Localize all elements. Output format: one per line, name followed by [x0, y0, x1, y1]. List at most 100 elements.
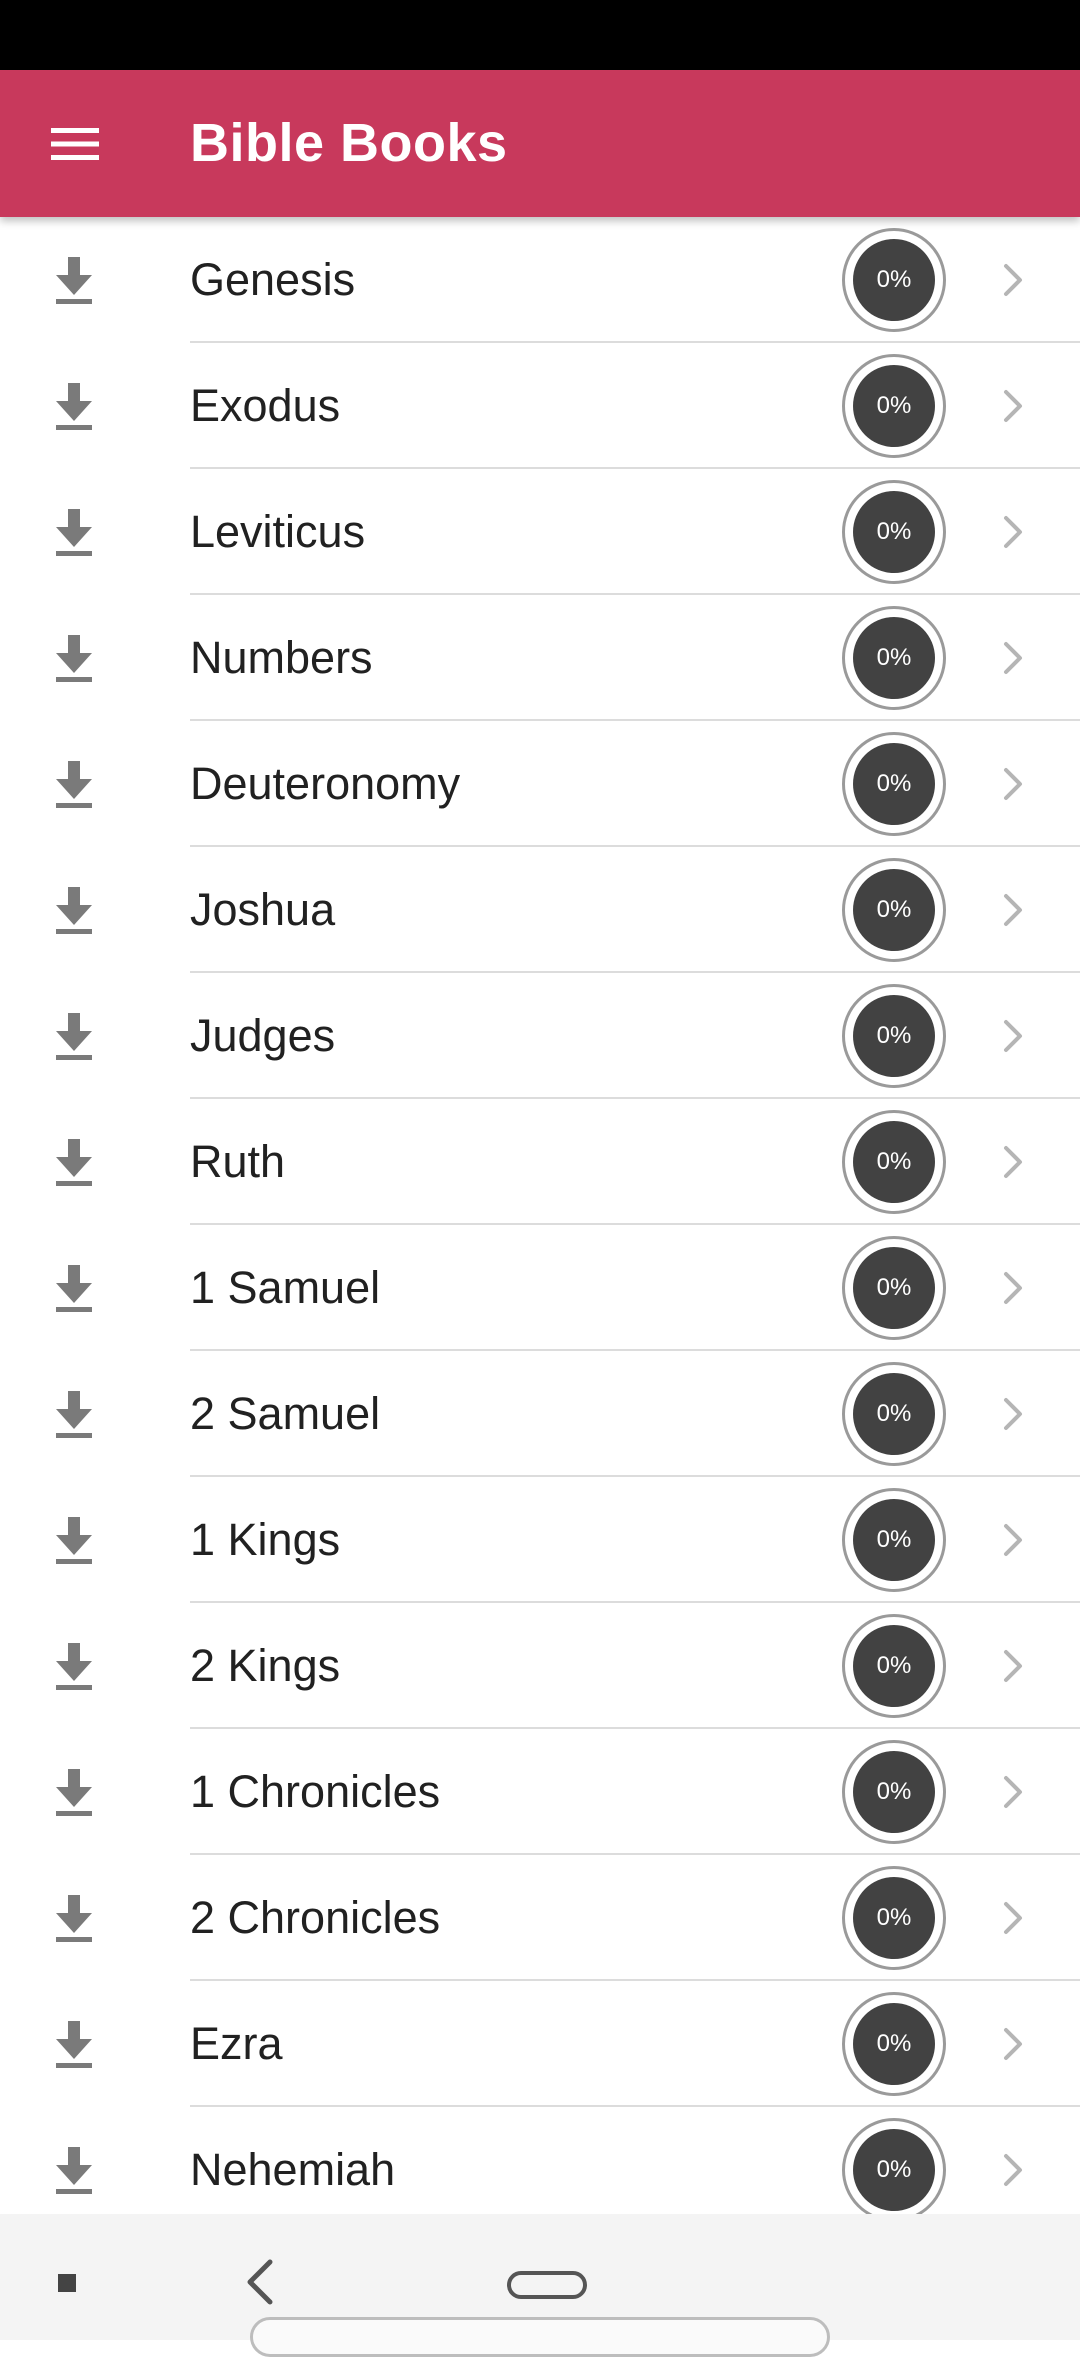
- progress-indicator: 0%: [842, 1992, 946, 2096]
- progress-indicator: 0%: [842, 1740, 946, 1844]
- chevron-right-icon[interactable]: [995, 1981, 1031, 2107]
- chevron-right-icon[interactable]: [995, 469, 1031, 595]
- download-icon[interactable]: [50, 1729, 98, 1855]
- download-icon[interactable]: [50, 1603, 98, 1729]
- status-bar: [0, 0, 1080, 70]
- list-item[interactable]: Numbers 0%: [0, 595, 1080, 721]
- download-icon[interactable]: [50, 1981, 98, 2107]
- progress-indicator: 0%: [842, 732, 946, 836]
- progress-value: 0%: [853, 869, 935, 951]
- progress-value: 0%: [853, 1247, 935, 1329]
- progress-value: 0%: [853, 1121, 935, 1203]
- book-name: Ruth: [190, 1136, 286, 1187]
- download-icon[interactable]: [50, 847, 98, 973]
- book-name: Numbers: [190, 632, 373, 683]
- list-item[interactable]: 2 Kings 0%: [0, 1603, 1080, 1729]
- list-item[interactable]: Genesis 0%: [0, 217, 1080, 343]
- chevron-right-icon[interactable]: [995, 1729, 1031, 1855]
- list-item[interactable]: Ezra 0%: [0, 1981, 1080, 2107]
- chevron-right-icon[interactable]: [995, 1603, 1031, 1729]
- chevron-right-icon[interactable]: [995, 2107, 1031, 2214]
- book-name: 2 Chronicles: [190, 1892, 441, 1943]
- progress-indicator: 0%: [842, 1614, 946, 1718]
- list-item[interactable]: 1 Chronicles 0%: [0, 1729, 1080, 1855]
- book-name: Ezra: [190, 2018, 283, 2069]
- list-item[interactable]: 2 Chronicles 0%: [0, 1855, 1080, 1981]
- chevron-right-icon[interactable]: [995, 1099, 1031, 1225]
- chevron-right-icon[interactable]: [995, 217, 1031, 343]
- list-item[interactable]: Leviticus 0%: [0, 469, 1080, 595]
- progress-value: 0%: [853, 1625, 935, 1707]
- page-title: Bible Books: [190, 113, 508, 173]
- list-item[interactable]: Ruth 0%: [0, 1099, 1080, 1225]
- book-name: 1 Kings: [190, 1514, 341, 1565]
- progress-indicator: 0%: [842, 1110, 946, 1214]
- download-icon[interactable]: [50, 973, 98, 1099]
- gesture-handle: [250, 2317, 830, 2357]
- list-item[interactable]: 2 Samuel 0%: [0, 1351, 1080, 1477]
- list-item[interactable]: 1 Samuel 0%: [0, 1225, 1080, 1351]
- book-name: 2 Kings: [190, 1640, 341, 1691]
- download-icon[interactable]: [50, 1099, 98, 1225]
- system-nav-bar: [0, 2214, 1080, 2357]
- download-icon[interactable]: [50, 343, 98, 469]
- book-name: Joshua: [190, 884, 336, 935]
- progress-value: 0%: [853, 1751, 935, 1833]
- progress-indicator: 0%: [842, 1488, 946, 1592]
- chevron-right-icon[interactable]: [995, 595, 1031, 721]
- download-icon[interactable]: [50, 217, 98, 343]
- progress-value: 0%: [853, 743, 935, 825]
- progress-value: 0%: [853, 239, 935, 321]
- book-name: Genesis: [190, 254, 356, 305]
- book-name: 1 Samuel: [190, 1262, 381, 1313]
- book-list[interactable]: Genesis 0% Exodus 0% Leviticus 0% Number…: [0, 217, 1080, 2214]
- download-icon[interactable]: [50, 469, 98, 595]
- chevron-right-icon[interactable]: [995, 1351, 1031, 1477]
- list-item[interactable]: 1 Kings 0%: [0, 1477, 1080, 1603]
- progress-value: 0%: [853, 617, 935, 699]
- list-item[interactable]: Deuteronomy 0%: [0, 721, 1080, 847]
- progress-value: 0%: [853, 1499, 935, 1581]
- back-icon[interactable]: [240, 2254, 280, 2310]
- progress-value: 0%: [853, 491, 935, 573]
- download-icon[interactable]: [50, 1855, 98, 1981]
- chevron-right-icon[interactable]: [995, 847, 1031, 973]
- download-icon[interactable]: [50, 595, 98, 721]
- download-icon[interactable]: [50, 1477, 98, 1603]
- book-name: Judges: [190, 1010, 336, 1061]
- progress-indicator: 0%: [842, 2118, 946, 2214]
- hamburger-menu-icon[interactable]: [40, 104, 110, 184]
- list-item[interactable]: Judges 0%: [0, 973, 1080, 1099]
- progress-value: 0%: [853, 365, 935, 447]
- progress-indicator: 0%: [842, 228, 946, 332]
- list-item[interactable]: Joshua 0%: [0, 847, 1080, 973]
- chevron-right-icon[interactable]: [995, 973, 1031, 1099]
- chevron-right-icon[interactable]: [995, 343, 1031, 469]
- recents-icon[interactable]: [58, 2274, 76, 2292]
- book-name: Deuteronomy: [190, 758, 461, 809]
- list-item[interactable]: Exodus 0%: [0, 343, 1080, 469]
- progress-indicator: 0%: [842, 606, 946, 710]
- download-icon[interactable]: [50, 2107, 98, 2214]
- progress-indicator: 0%: [842, 858, 946, 962]
- progress-value: 0%: [853, 995, 935, 1077]
- download-icon[interactable]: [50, 1225, 98, 1351]
- chevron-right-icon[interactable]: [995, 1855, 1031, 1981]
- progress-value: 0%: [853, 1373, 935, 1455]
- download-icon[interactable]: [50, 721, 98, 847]
- progress-indicator: 0%: [842, 1866, 946, 1970]
- progress-value: 0%: [853, 1877, 935, 1959]
- progress-value: 0%: [853, 2003, 935, 2085]
- chevron-right-icon[interactable]: [995, 1225, 1031, 1351]
- list-item[interactable]: Nehemiah 0%: [0, 2107, 1080, 2214]
- progress-indicator: 0%: [842, 480, 946, 584]
- chevron-right-icon[interactable]: [995, 1477, 1031, 1603]
- progress-indicator: 0%: [842, 354, 946, 458]
- chevron-right-icon[interactable]: [995, 721, 1031, 847]
- home-icon[interactable]: [507, 2271, 587, 2299]
- download-icon[interactable]: [50, 1351, 98, 1477]
- progress-indicator: 0%: [842, 984, 946, 1088]
- book-name: Exodus: [190, 380, 341, 431]
- book-name: 2 Samuel: [190, 1388, 381, 1439]
- progress-value: 0%: [853, 2129, 935, 2211]
